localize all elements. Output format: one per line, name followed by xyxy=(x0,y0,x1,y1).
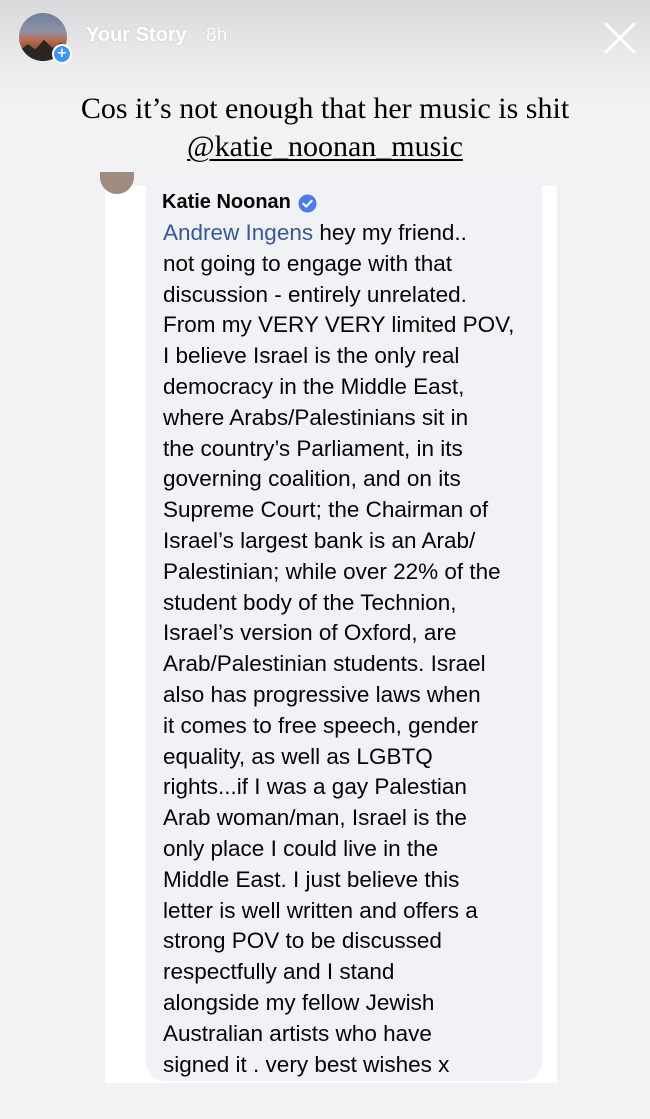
tagged-user-link[interactable]: Andrew Ingens xyxy=(163,220,313,245)
comment-line: discussion - entirely unrelated. xyxy=(163,281,467,307)
comment-line: signed it . very best wishes x xyxy=(163,1051,450,1077)
comment-line: the country’s Parliament, in its xyxy=(163,435,463,461)
comment-line: From my VERY VERY limited POV, xyxy=(163,312,515,338)
comment-line: where Arabs/Palestinians sit in xyxy=(163,404,469,430)
comment-line: also has progressive laws when xyxy=(163,681,481,707)
comment-line: Middle East. I just believe this xyxy=(163,866,460,892)
comment-body: Andrew Ingens hey my friend.. not going … xyxy=(163,218,533,1080)
comment-author[interactable]: Katie Noonan xyxy=(162,191,291,214)
comment-line: not going to engage with that xyxy=(163,250,452,276)
comment-line: letter is well written and offers a xyxy=(163,897,478,923)
comment-line: Israel’s version of Oxford, are xyxy=(163,620,457,646)
comment-line: equality, as well as LGBTQ xyxy=(163,743,433,769)
story-owner-label[interactable]: Your Story xyxy=(86,24,187,47)
comment-line: Andrew Ingens hey my friend.. xyxy=(163,218,533,249)
caption-text: Cos it’s not enough that her music is sh… xyxy=(80,92,570,125)
comment-line: it comes to free speech, gender xyxy=(163,712,479,738)
plus-icon[interactable]: + xyxy=(52,44,72,64)
comment-line: alongside my fellow Jewish xyxy=(163,989,435,1015)
comment-line: governing coalition, and on its xyxy=(163,466,461,492)
comment-line: Israel’s largest bank is an Arab/ xyxy=(163,527,476,553)
comment-line: democracy in the Middle East, xyxy=(163,373,465,399)
comment-line: Palestinian; while over 22% of the xyxy=(163,558,501,584)
comment-line: Supreme Court; the Chairman of xyxy=(163,497,489,523)
comment-line: Australian artists who have xyxy=(163,1020,432,1046)
mention-link[interactable]: @katie_noonan_music xyxy=(187,130,463,163)
story-timestamp: 8h xyxy=(206,25,228,46)
close-icon[interactable] xyxy=(600,18,640,58)
comment-line: I believe Israel is the only real xyxy=(163,343,460,369)
comment-line: respectfully and I stand xyxy=(163,959,395,985)
story-caption: Cos it’s not enough that her music is sh… xyxy=(0,90,650,166)
comment-line: only place I could live in the xyxy=(163,835,439,861)
comment-line: strong POV to be discussed xyxy=(163,928,442,954)
comment-line: rights...if I was a gay Palestian xyxy=(163,774,467,800)
comment-line: Arab woman/man, Israel is the xyxy=(163,805,467,831)
verified-badge-icon xyxy=(298,194,317,213)
comment-line-text: hey my friend.. xyxy=(313,220,467,245)
comment-line: student body of the Technion, xyxy=(163,589,457,615)
comment-line: Arab/Palestinian students. Israel xyxy=(163,651,486,677)
